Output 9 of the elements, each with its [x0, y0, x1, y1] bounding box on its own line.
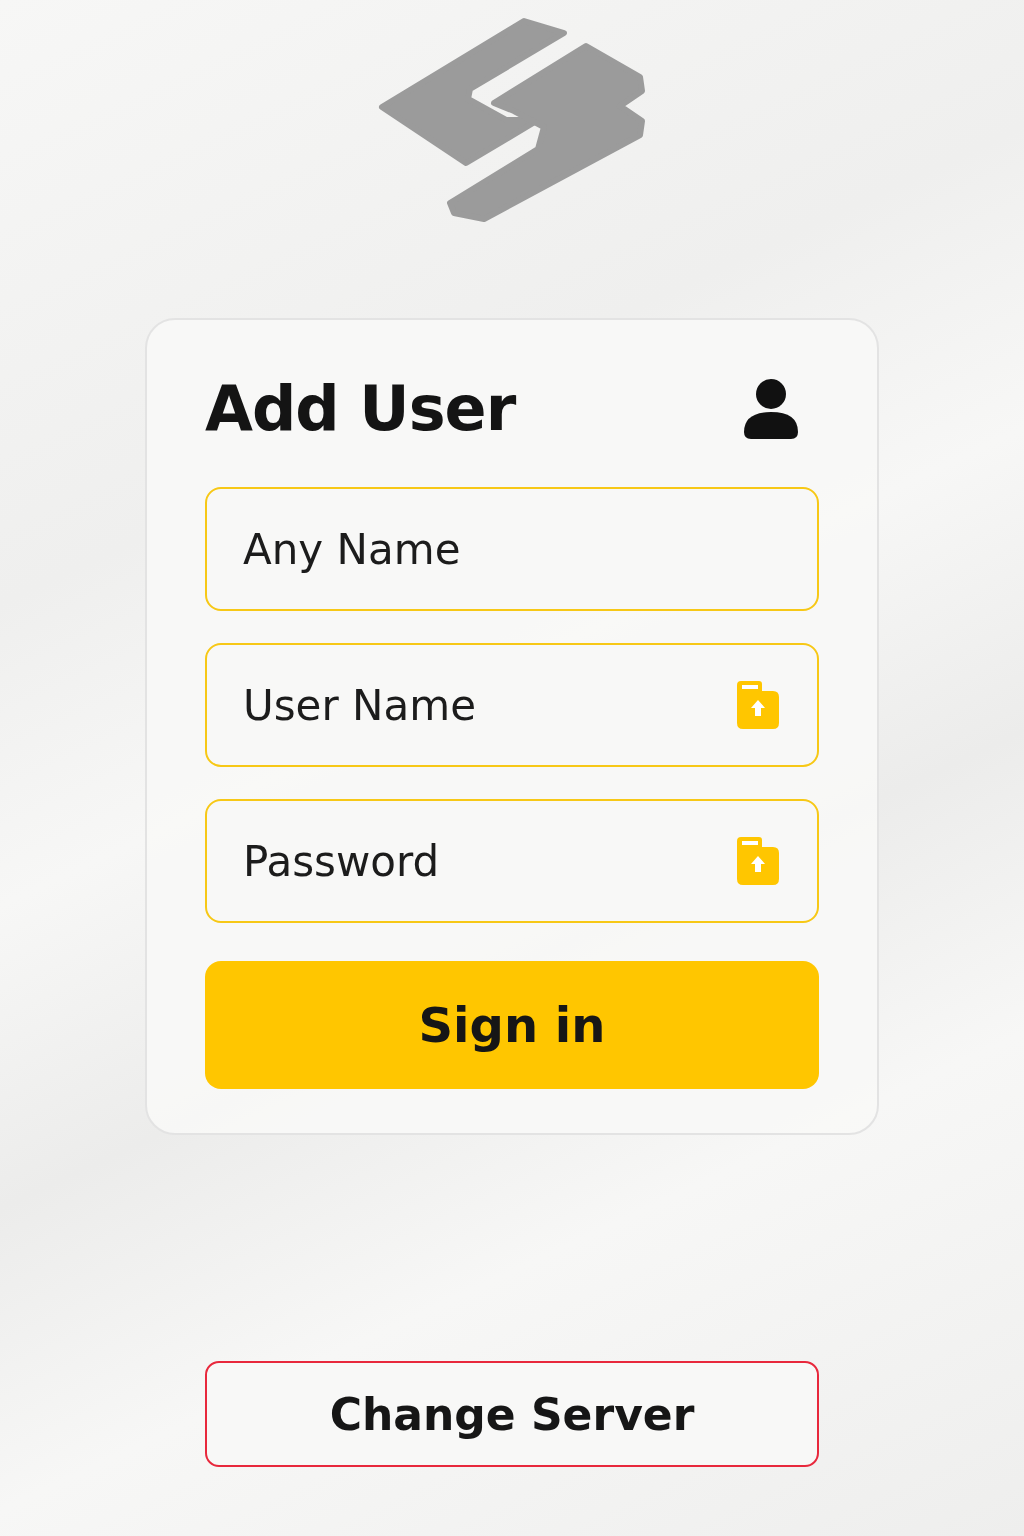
folder-upload-icon [737, 681, 779, 729]
user-icon [743, 377, 799, 440]
input-field[interactable]: User Name [205, 643, 819, 767]
card-title: Add User [205, 372, 516, 445]
sign-in-button[interactable]: Sign in [205, 961, 819, 1089]
input-field[interactable]: Any Name [205, 487, 819, 611]
folder-upload-icon [737, 837, 779, 885]
change-server-button[interactable]: Change Server [205, 1361, 819, 1467]
input-field[interactable]: Password [205, 799, 819, 923]
